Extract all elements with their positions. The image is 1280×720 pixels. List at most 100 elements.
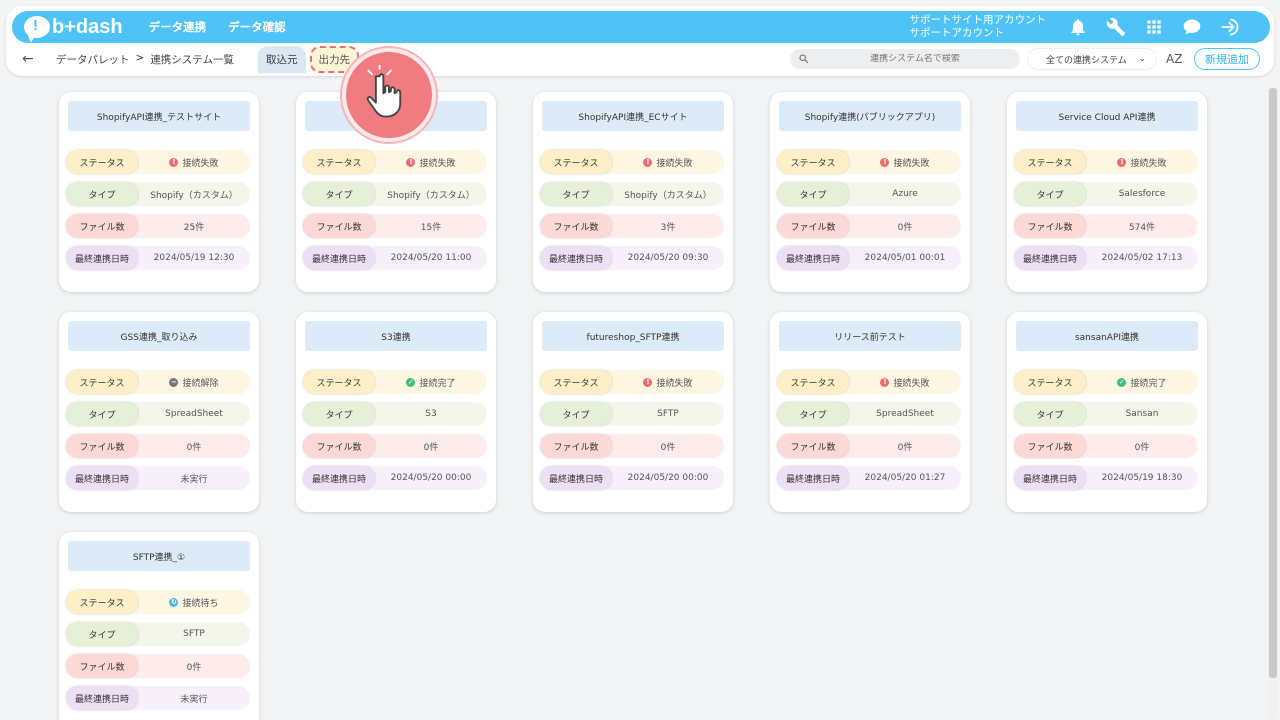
sort-az-icon[interactable]: AZ (1166, 52, 1186, 66)
status-value: − 接続解除 (138, 370, 250, 394)
account-info[interactable]: サポートサイト用アカウント サポートアカウント (910, 14, 1047, 40)
integration-card[interactable]: GSS連携_取り込み ステータス − 接続解除 タイプ SpreadSheet ファイル数 0… (59, 312, 259, 512)
nav-data-check[interactable]: データ確認 (228, 19, 286, 35)
sub-toolbar: ← データパレット > 連携システム一覧 取込元 出力先 全ての連携システム ⌄… (12, 45, 1270, 73)
integration-card[interactable]: futureshop_SFTP連携 ステータス! 接続失敗 タイプ SFTP ファイル数 0… (533, 312, 733, 512)
type-value: SpreadSheet (165, 409, 223, 419)
status-text: 接続完了 (419, 378, 456, 389)
last-sync-row: 最終連携日時 2024/05/20 00:00 (540, 466, 724, 490)
status-text: 接続完了 (1130, 378, 1167, 389)
search-box[interactable] (790, 49, 1020, 69)
filter-value: 全ての連携システム (1046, 55, 1127, 66)
status-label: ステータス (540, 150, 612, 174)
status-off-icon: − (169, 377, 179, 387)
card-title: リリース前テスト (779, 321, 961, 351)
tab-import-source[interactable]: 取込元 (258, 45, 306, 73)
status-value: ! 接続失敗 (612, 370, 724, 394)
integration-card[interactable]: S3連携 ステータス ✓ 接続完了 タイプ S3 ファイル数 0件 最終連携日時 2024/05/… (296, 312, 496, 512)
type-value: SpreadSheet (876, 409, 934, 419)
files-label: ファイル数 (66, 214, 138, 238)
last-sync-row: 最終連携日時 2024/05/20 11:00 (303, 246, 487, 270)
source-tabs: 取込元 出力先 (258, 45, 359, 73)
files-row: ファイル数 0件 (777, 434, 961, 458)
files-label: ファイル数 (303, 214, 375, 238)
status-fail-icon: ! (643, 157, 653, 167)
integration-card[interactable]: ShopifyAPI連携_ECサイトステータス! 接続失敗タイプ Shopify（カ… (533, 92, 733, 292)
integration-card[interactable]: Shopify連携(パブリックアプリ) ステータス! 接続失敗 タイプ Azure ファイ… (770, 92, 970, 292)
grid-icon[interactable] (1142, 15, 1166, 39)
files-label: ファイル数 (66, 434, 138, 458)
integration-card[interactable]: SFTP連携_① ステータス ↻ 接続待ち タイプ SFTP ファイル数 0件 最終連携日時 未実… (59, 532, 259, 720)
type-value: S3 (425, 409, 437, 419)
status-row: ステータス! 接続失敗 (777, 370, 961, 394)
breadcrumb-current: 連携システム一覧 (150, 53, 234, 66)
status-label: ステータス (66, 370, 138, 394)
type-value: Shopify（カスタム） (387, 190, 475, 201)
type-label: タイプ (66, 182, 138, 206)
last-sync-row: 最終連携日時 未実行 (66, 686, 250, 710)
last-sync-label: 最終連携日時 (777, 246, 849, 270)
logout-icon[interactable] (1218, 15, 1242, 39)
last-sync-row: 最終連携日時 2024/05/20 01:27 (777, 466, 961, 490)
card-title: sansanAPI連携 (1016, 321, 1198, 351)
type-label: タイプ (303, 182, 375, 206)
type-label: タイプ (303, 402, 375, 426)
status-fail-icon: ! (1117, 157, 1127, 167)
last-sync-value: 2024/05/19 12:30 (153, 253, 235, 263)
last-sync-row: 最終連携日時 2024/05/20 00:00 (303, 466, 487, 490)
account-name: サポートアカウント (909, 27, 1005, 39)
type-row: タイプ Sansan (1014, 402, 1198, 426)
last-sync-value: 2024/05/01 00:01 (864, 253, 946, 263)
status-row: ステータス! 接続失敗 (777, 150, 961, 174)
search-input[interactable] (810, 54, 1020, 64)
breadcrumb: データパレット > 連携システム一覧 (56, 52, 234, 67)
add-new-button[interactable]: 新規追加 (1194, 48, 1260, 70)
files-label: ファイル数 (1014, 434, 1086, 458)
card-title: ShopifyAPI連携_ECサイト (542, 101, 724, 131)
status-value: ✓ 接続完了 (375, 370, 487, 394)
last-sync-label: 最終連携日時 (303, 466, 375, 490)
status-row: ステータス! 接続失敗 (1014, 150, 1198, 174)
scrollbar-thumb[interactable] (1269, 88, 1277, 678)
wrench-icon[interactable] (1104, 15, 1128, 39)
integration-card[interactable]: リリース前テスト ステータス! 接続失敗 タイプ SpreadSheet ファイル数 0件最… (770, 312, 970, 512)
type-label: タイプ (66, 402, 138, 426)
vertical-scrollbar[interactable] (1268, 86, 1278, 718)
status-text: 接続失敗 (419, 158, 456, 169)
files-row: ファイル数 0件 (777, 214, 961, 238)
status-row: ステータス! 接続失敗 (303, 150, 487, 174)
card-title: Shopify連携(パブリックアプリ) (779, 101, 961, 131)
back-arrow-icon[interactable]: ← (22, 51, 42, 67)
last-sync-value: 2024/05/02 17:13 (1101, 253, 1183, 263)
files-value: 0件 (897, 222, 913, 233)
status-label: ステータス (66, 590, 138, 614)
pointing-hand-cursor-icon (342, 48, 436, 142)
status-text: 接続失敗 (656, 158, 693, 169)
integration-card[interactable]: ShopifyAPI連携_テストサイト ステータス! 接続失敗 タイプ Shopify（… (59, 92, 259, 292)
status-label: ステータス (66, 150, 138, 174)
files-label: ファイル数 (540, 434, 612, 458)
status-value: ↻ 接続待ち (138, 590, 250, 614)
files-value: 0件 (186, 662, 202, 673)
integration-card[interactable]: Service Cloud API連携 ステータス! 接続失敗 タイプ Salesfor… (1007, 92, 1207, 292)
main-nav: データ連携 データ確認 (149, 19, 286, 35)
chat-icon[interactable] (1180, 15, 1204, 39)
type-row: タイプ Shopify（カスタム） (303, 182, 487, 206)
last-sync-value: 未実行 (180, 474, 208, 485)
type-value: Sansan (1125, 409, 1159, 419)
system-filter-select[interactable]: 全ての連携システム ⌄ (1028, 49, 1156, 69)
bell-icon[interactable] (1066, 15, 1090, 39)
status-fail-icon: ! (169, 157, 179, 167)
logo[interactable]: b+dash (24, 16, 123, 39)
status-row: ステータス ✓ 接続完了 (1014, 370, 1198, 394)
type-row: タイプ SpreadSheet (66, 402, 250, 426)
last-sync-label: 最終連携日時 (66, 686, 138, 710)
type-row: タイプ Shopify（カスタム） (540, 182, 724, 206)
integration-card[interactable]: sansanAPI連携 ステータス ✓ 接続完了 タイプ Sansan ファイル数 0件 最終連… (1007, 312, 1207, 512)
breadcrumb-data-palette[interactable]: データパレット (56, 52, 130, 67)
files-row: ファイル数 574件 (1014, 214, 1198, 238)
last-sync-label: 最終連携日時 (303, 246, 375, 270)
files-value: 574件 (1128, 222, 1156, 233)
last-sync-value: 2024/05/20 00:00 (627, 473, 709, 483)
nav-data-integration[interactable]: データ連携 (149, 19, 207, 35)
